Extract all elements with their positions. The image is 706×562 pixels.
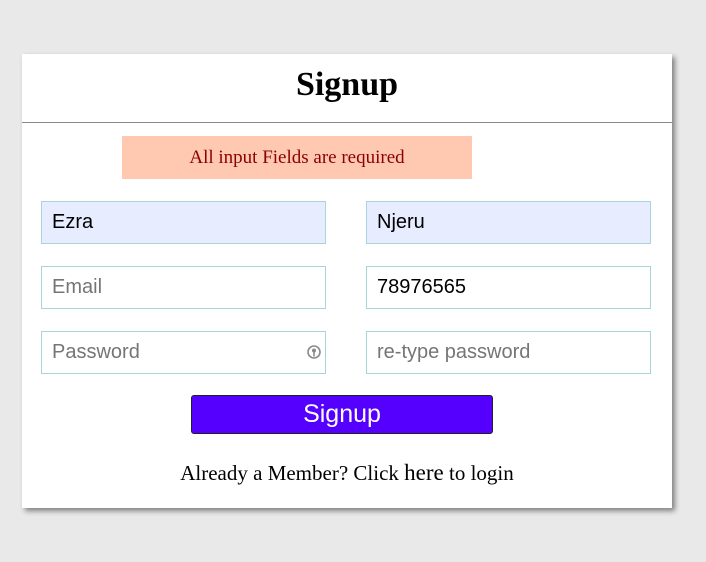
page-title: Signup <box>295 66 399 103</box>
signup-button[interactable]: Signup <box>191 395 493 434</box>
login-prompt-prefix: Already a Member? Click <box>180 461 399 485</box>
first-name-input[interactable] <box>41 201 326 244</box>
retype-password-input[interactable] <box>366 331 651 374</box>
title-divider <box>22 122 672 123</box>
email-input[interactable] <box>41 266 326 309</box>
login-link[interactable]: here <box>404 460 444 485</box>
signup-card: Signup All input Fields are required Sig… <box>22 54 672 508</box>
login-prompt: Already a Member? Click here to login <box>22 460 672 486</box>
login-prompt-suffix: to login <box>448 461 514 485</box>
error-alert: All input Fields are required <box>122 136 472 179</box>
password-input[interactable] <box>41 331 326 374</box>
key-icon[interactable] <box>306 344 322 360</box>
last-name-input[interactable] <box>366 201 651 244</box>
phone-input[interactable] <box>366 266 651 309</box>
